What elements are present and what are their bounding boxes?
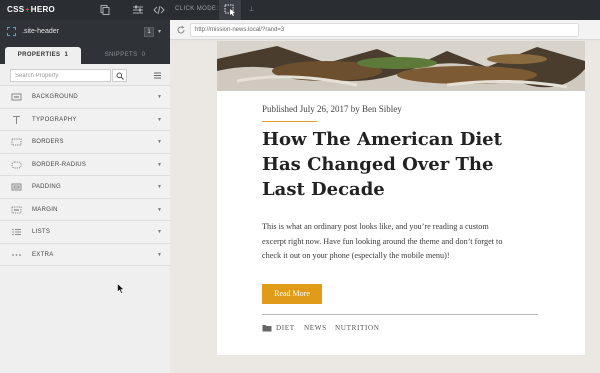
selector-bar: .site-header 1 ▾ xyxy=(0,20,170,44)
post-card: Published July 26, 2017 by Ben Sibley Ho… xyxy=(217,41,585,355)
category-link[interactable]: NEWS xyxy=(304,324,327,332)
post-title[interactable]: How The American Diet Has Changed Over T… xyxy=(262,127,562,202)
property-group-label: EXTRA xyxy=(32,251,54,258)
category-link[interactable]: DIET xyxy=(276,324,295,332)
property-group-extra[interactable]: EXTRA ▼ xyxy=(0,243,170,266)
chevron-down-icon: ▼ xyxy=(157,229,162,235)
mouse-cursor-icon xyxy=(117,283,125,294)
typography-icon xyxy=(11,115,22,125)
category-link[interactable]: NUTRITION xyxy=(335,324,380,332)
search-icon xyxy=(116,72,124,80)
property-search-row xyxy=(0,64,170,86)
post-meta: Published July 26, 2017 by Ben Sibley xyxy=(262,104,402,114)
property-group-label: BACKGROUND xyxy=(32,94,79,100)
top-toolbar: CSS+HERO CLICK MODE: ⟂ xyxy=(0,0,600,20)
selector-name[interactable]: .site-header xyxy=(22,28,59,35)
property-group-padding[interactable]: PADDING ▼ xyxy=(0,176,170,199)
chevron-down-icon: ▼ xyxy=(157,116,162,123)
chevron-down-icon: ▼ xyxy=(157,139,162,145)
chevron-down-icon: ▼ xyxy=(157,184,162,190)
search-button[interactable] xyxy=(112,69,127,82)
property-group-background[interactable]: BACKGROUND ▼ xyxy=(0,86,170,109)
property-group-border-radius[interactable]: BORDER-RADIUS ▼ xyxy=(0,153,170,176)
selector-count-badge[interactable]: 1 xyxy=(144,27,154,37)
chevron-down-icon[interactable]: ▾ xyxy=(158,28,161,35)
code-icon[interactable] xyxy=(153,4,165,16)
sliders-icon[interactable] xyxy=(132,4,144,16)
card-divider xyxy=(262,314,538,315)
read-more-button[interactable]: Read More xyxy=(262,284,322,304)
tab-snippets[interactable]: SNIPPETS 0 xyxy=(84,47,166,64)
preview-address-bar: http://mission-news.local/?rand=3 xyxy=(170,20,600,40)
extra-icon xyxy=(11,250,22,260)
chevron-down-icon: ▼ xyxy=(157,206,162,213)
post-excerpt: This is what an ordinary post looks like… xyxy=(262,222,503,260)
chevron-down-icon: ▼ xyxy=(157,161,162,168)
hamburger-menu-icon[interactable] xyxy=(153,71,162,80)
selector-outline-icon xyxy=(7,27,16,36)
duplicate-icon[interactable] xyxy=(99,4,111,16)
folder-icon xyxy=(262,324,272,332)
property-group-label: BORDER-RADIUS xyxy=(32,161,87,168)
border-radius-icon xyxy=(11,160,22,170)
css-editor-panel: .site-header 1 ▾ PROPERTIES 1 SNIPPETS 0… xyxy=(0,20,170,373)
chevron-down-icon: ▼ xyxy=(157,251,162,258)
padding-icon xyxy=(11,182,22,192)
chevron-down-icon: ▼ xyxy=(157,94,162,100)
property-group-margin[interactable]: MARGIN ▼ xyxy=(0,198,170,221)
app-logo: CSS+HERO xyxy=(7,5,56,14)
reload-icon[interactable] xyxy=(176,25,186,35)
property-group-label: BORDERS xyxy=(32,139,64,145)
click-mode-label: CLICK MODE: xyxy=(175,6,219,12)
property-search-input[interactable] xyxy=(10,69,111,82)
click-mode-link-icon[interactable]: ⟂ xyxy=(249,6,254,14)
property-group-label: LISTS xyxy=(32,229,51,235)
accent-divider xyxy=(262,121,317,122)
click-mode-select-button[interactable] xyxy=(219,0,241,20)
property-groups-list: BACKGROUND ▼ TYPOGRAPHY ▼ BORDERS ▼ BORD… xyxy=(0,86,170,266)
post-featured-image[interactable] xyxy=(217,41,585,91)
lists-icon xyxy=(11,227,22,237)
property-group-typography[interactable]: TYPOGRAPHY ▼ xyxy=(0,108,170,131)
margin-icon xyxy=(11,205,22,215)
property-group-lists[interactable]: LISTS ▼ xyxy=(0,221,170,244)
property-group-label: PADDING xyxy=(32,184,61,190)
property-group-label: TYPOGRAPHY xyxy=(32,116,77,123)
property-group-label: MARGIN xyxy=(32,206,58,213)
property-group-borders[interactable]: BORDERS ▼ xyxy=(0,131,170,154)
borders-icon xyxy=(11,137,22,147)
preview-url-field[interactable]: http://mission-news.local/?rand=3 xyxy=(190,23,579,37)
tab-properties[interactable]: PROPERTIES 1 xyxy=(5,47,81,64)
select-cursor-icon xyxy=(224,4,235,16)
panel-tabs: PROPERTIES 1 SNIPPETS 0 xyxy=(0,44,170,64)
background-icon xyxy=(11,92,22,102)
